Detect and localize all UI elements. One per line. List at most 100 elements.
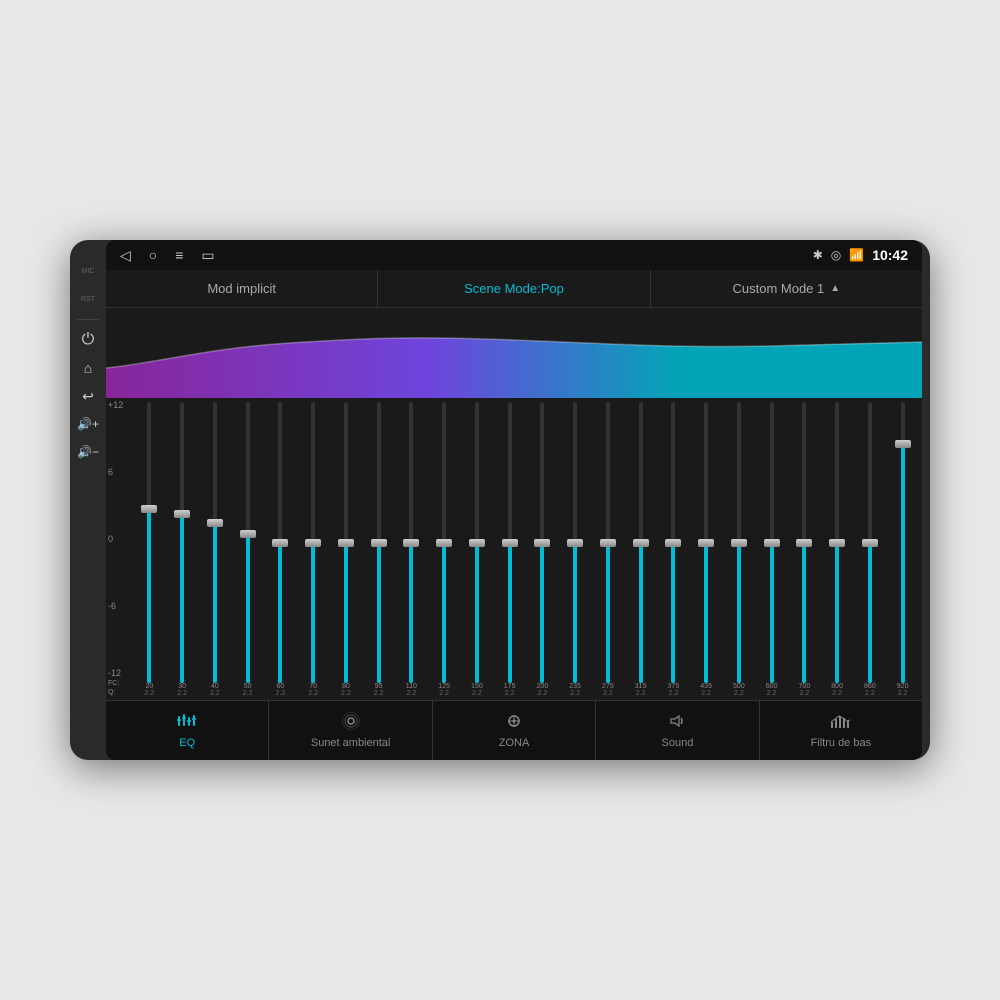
freq-col-700: 7002.2 — [789, 683, 820, 697]
fader-track-125[interactable] — [442, 402, 446, 683]
fader-track-375[interactable] — [671, 402, 675, 683]
freq-val-500: 500 — [733, 683, 745, 690]
power-button[interactable]: ⏻ — [77, 329, 99, 351]
nav-ambient[interactable]: Sunet ambiental — [269, 701, 432, 760]
home-side-button[interactable]: ⌂ — [77, 357, 99, 379]
fader-area: +12 6 0 -6 -12 202.2302.2402.2502.2602.2… — [106, 398, 922, 700]
fader-track-315[interactable] — [639, 402, 643, 683]
fader-track-200[interactable] — [540, 402, 544, 683]
fader-thumb-110[interactable] — [403, 539, 419, 547]
fader-track-275[interactable] — [606, 402, 610, 683]
fader-track-60[interactable] — [278, 402, 282, 683]
freq-val-175: 175 — [504, 683, 516, 690]
freq-col-40: 402.2 — [200, 683, 231, 697]
fader-track-920[interactable] — [901, 402, 905, 683]
fader-thumb-700[interactable] — [796, 539, 812, 547]
fader-thumb-435[interactable] — [698, 539, 714, 547]
freq-col-150: 1502.2 — [462, 683, 493, 697]
fader-track-600[interactable] — [770, 402, 774, 683]
fader-track-435[interactable] — [704, 402, 708, 683]
freq-col-60: 602.2 — [265, 683, 296, 697]
fader-track-95[interactable] — [377, 402, 381, 683]
q-val-235: 2.2 — [570, 690, 580, 697]
mode-custom[interactable]: Custom Mode 1 ▲ — [651, 270, 922, 307]
q-val-920: 2.2 — [898, 690, 908, 697]
vol-down-button[interactable]: 🔊− — [77, 441, 99, 463]
db-labels: +12 6 0 -6 -12 — [108, 398, 123, 680]
fader-track-20[interactable] — [147, 402, 151, 683]
q-val-375: 2.2 — [669, 690, 679, 697]
freq-col-500: 5002.2 — [724, 683, 755, 697]
fader-track-235[interactable] — [573, 402, 577, 683]
fader-thumb-80[interactable] — [338, 539, 354, 547]
fader-thumb-40[interactable] — [207, 519, 223, 527]
q-val-275: 2.2 — [603, 690, 613, 697]
fader-thumb-600[interactable] — [764, 539, 780, 547]
fader-track-50[interactable] — [246, 402, 250, 683]
fader-thumb-175[interactable] — [502, 539, 518, 547]
mode-scene[interactable]: Scene Mode:Pop — [378, 270, 650, 307]
fader-thumb-375[interactable] — [665, 539, 681, 547]
menu-button[interactable]: ≡ — [175, 247, 183, 263]
sound-icon — [666, 712, 688, 735]
fader-track-800[interactable] — [835, 402, 839, 683]
freq-col-30: 302.2 — [167, 683, 198, 697]
fader-thumb-30[interactable] — [174, 510, 190, 518]
fader-track-30[interactable] — [180, 402, 184, 683]
mic-button[interactable]: MIC — [77, 260, 99, 282]
vol-up-button[interactable]: 🔊+ — [77, 413, 99, 435]
db-0: 0 — [108, 534, 123, 544]
mode-implicit[interactable]: Mod implicit — [106, 270, 378, 307]
fader-col-435 — [691, 402, 722, 683]
fader-thumb-50[interactable] — [240, 530, 256, 538]
nav-bass[interactable]: Filtru de bas — [760, 701, 922, 760]
fader-thumb-125[interactable] — [436, 539, 452, 547]
clock: 10:42 — [872, 247, 908, 263]
fader-thumb-800[interactable] — [829, 539, 845, 547]
q-val-800: 2.2 — [832, 690, 842, 697]
fader-col-50 — [232, 402, 263, 683]
freq-val-275: 275 — [602, 683, 614, 690]
nav-eq[interactable]: EQ — [106, 701, 269, 760]
fader-thumb-920[interactable] — [895, 440, 911, 448]
fader-col-200 — [527, 402, 558, 683]
fader-thumb-235[interactable] — [567, 539, 583, 547]
fader-track-40[interactable] — [213, 402, 217, 683]
fader-thumb-150[interactable] — [469, 539, 485, 547]
fader-thumb-20[interactable] — [141, 505, 157, 513]
fader-track-70[interactable] — [311, 402, 315, 683]
nav-sound[interactable]: Sound — [596, 701, 759, 760]
fader-track-175[interactable] — [508, 402, 512, 683]
fader-thumb-860[interactable] — [862, 539, 878, 547]
fader-track-500[interactable] — [737, 402, 741, 683]
freq-val-40: 40 — [211, 683, 219, 690]
fader-thumb-95[interactable] — [371, 539, 387, 547]
back-button[interactable]: ◁ — [120, 247, 131, 264]
recent-button[interactable]: ▭ — [201, 247, 214, 264]
reset-button[interactable]: RST — [77, 288, 99, 310]
fader-thumb-70[interactable] — [305, 539, 321, 547]
q-val-500: 2.2 — [734, 690, 744, 697]
q-val-60: 2.2 — [276, 690, 286, 697]
fader-thumb-500[interactable] — [731, 539, 747, 547]
fader-track-700[interactable] — [802, 402, 806, 683]
home-button[interactable]: ○ — [149, 247, 157, 263]
fader-thumb-315[interactable] — [633, 539, 649, 547]
fader-track-80[interactable] — [344, 402, 348, 683]
fader-col-275 — [593, 402, 624, 683]
fader-thumb-275[interactable] — [600, 539, 616, 547]
fader-track-860[interactable] — [868, 402, 872, 683]
status-icons: ✱ ◎ 📶 10:42 — [813, 247, 908, 263]
device-frame: MIC RST ⏻ ⌂ ↩ 🔊+ 🔊− ◁ ○ ≡ ▭ ✱ ◎ 📶 10:42 — [70, 240, 930, 760]
bass-label: Filtru de bas — [811, 737, 872, 749]
q-val-50: 2.2 — [243, 690, 253, 697]
fader-thumb-200[interactable] — [534, 539, 550, 547]
fader-col-70 — [298, 402, 329, 683]
sound-label: Sound — [662, 737, 694, 749]
back-side-button[interactable]: ↩ — [77, 385, 99, 407]
fader-track-110[interactable] — [409, 402, 413, 683]
fader-track-150[interactable] — [475, 402, 479, 683]
freq-val-435: 435 — [700, 683, 712, 690]
fader-thumb-60[interactable] — [272, 539, 288, 547]
nav-zona[interactable]: ZONA — [433, 701, 596, 760]
